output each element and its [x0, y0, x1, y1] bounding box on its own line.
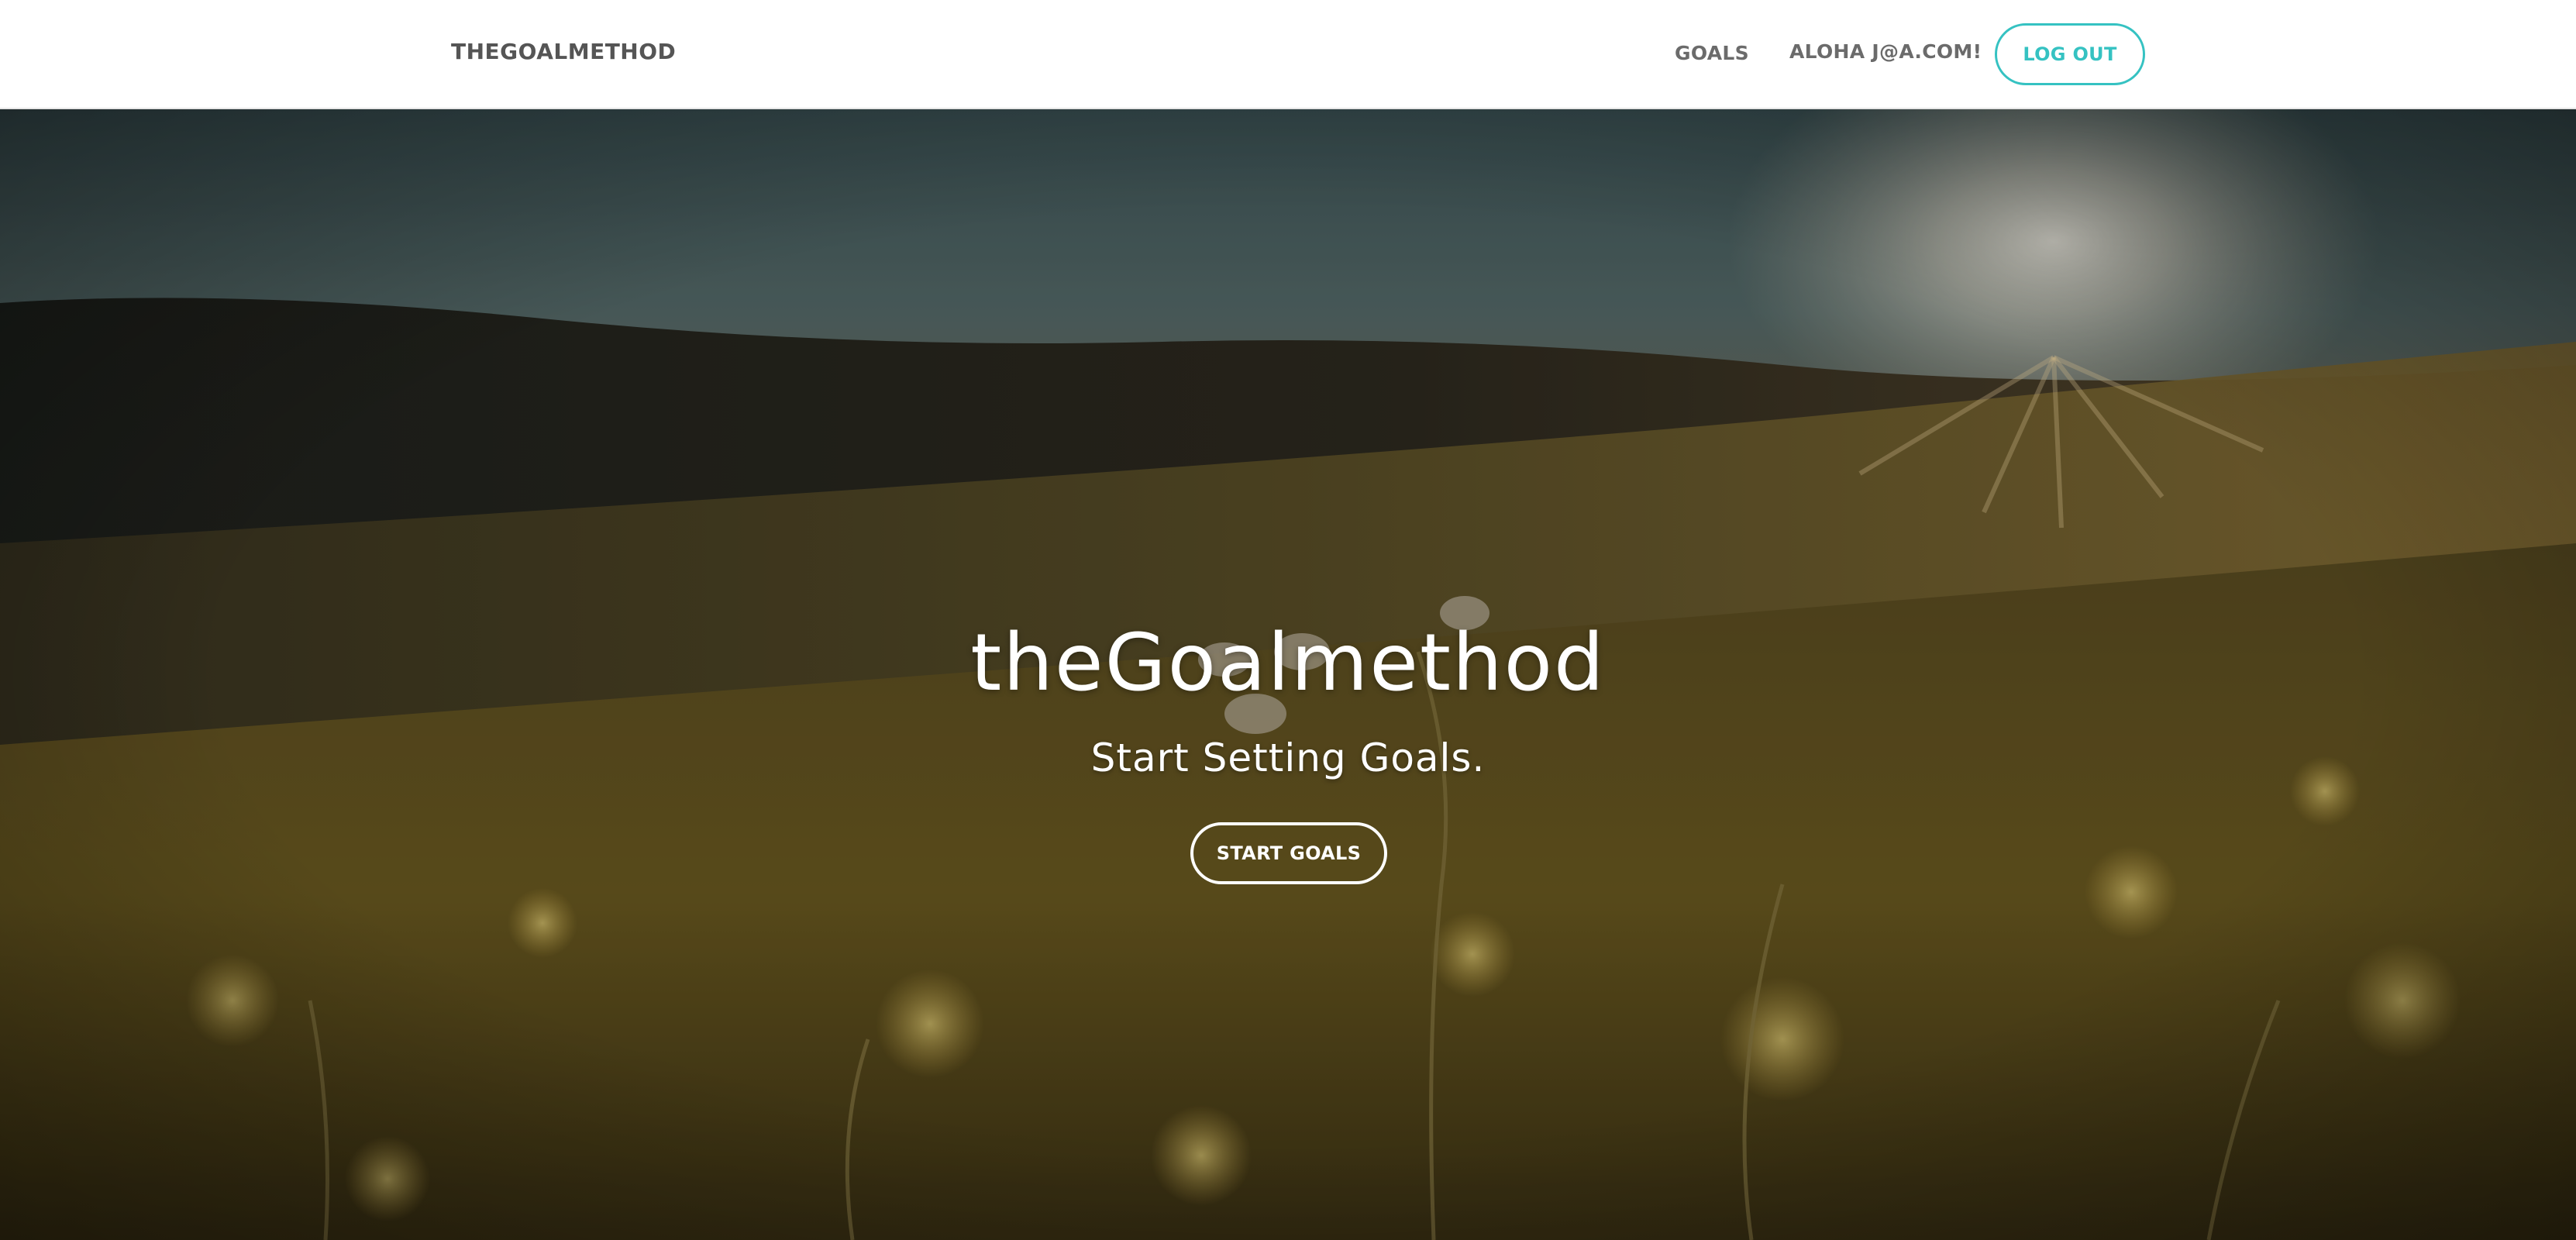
logout-button[interactable]: LOG OUT [1995, 23, 2145, 85]
top-navbar: THEGOALMETHOD GOALS ALOHA J@A.COM! LOG O… [0, 0, 2576, 109]
hero-subtitle: Start Setting Goals. [1090, 735, 1486, 780]
brand-logo-link[interactable]: THEGOALMETHOD [451, 39, 676, 64]
start-goals-button[interactable]: START GOALS [1190, 822, 1387, 884]
nav-goals-link[interactable]: GOALS [1675, 42, 1749, 64]
hero-title: theGoalmethod [970, 617, 1606, 709]
hero-section: theGoalmethod Start Setting Goals. START… [0, 109, 2576, 1240]
nav-user-greeting[interactable]: ALOHA J@A.COM! [1789, 40, 1982, 63]
